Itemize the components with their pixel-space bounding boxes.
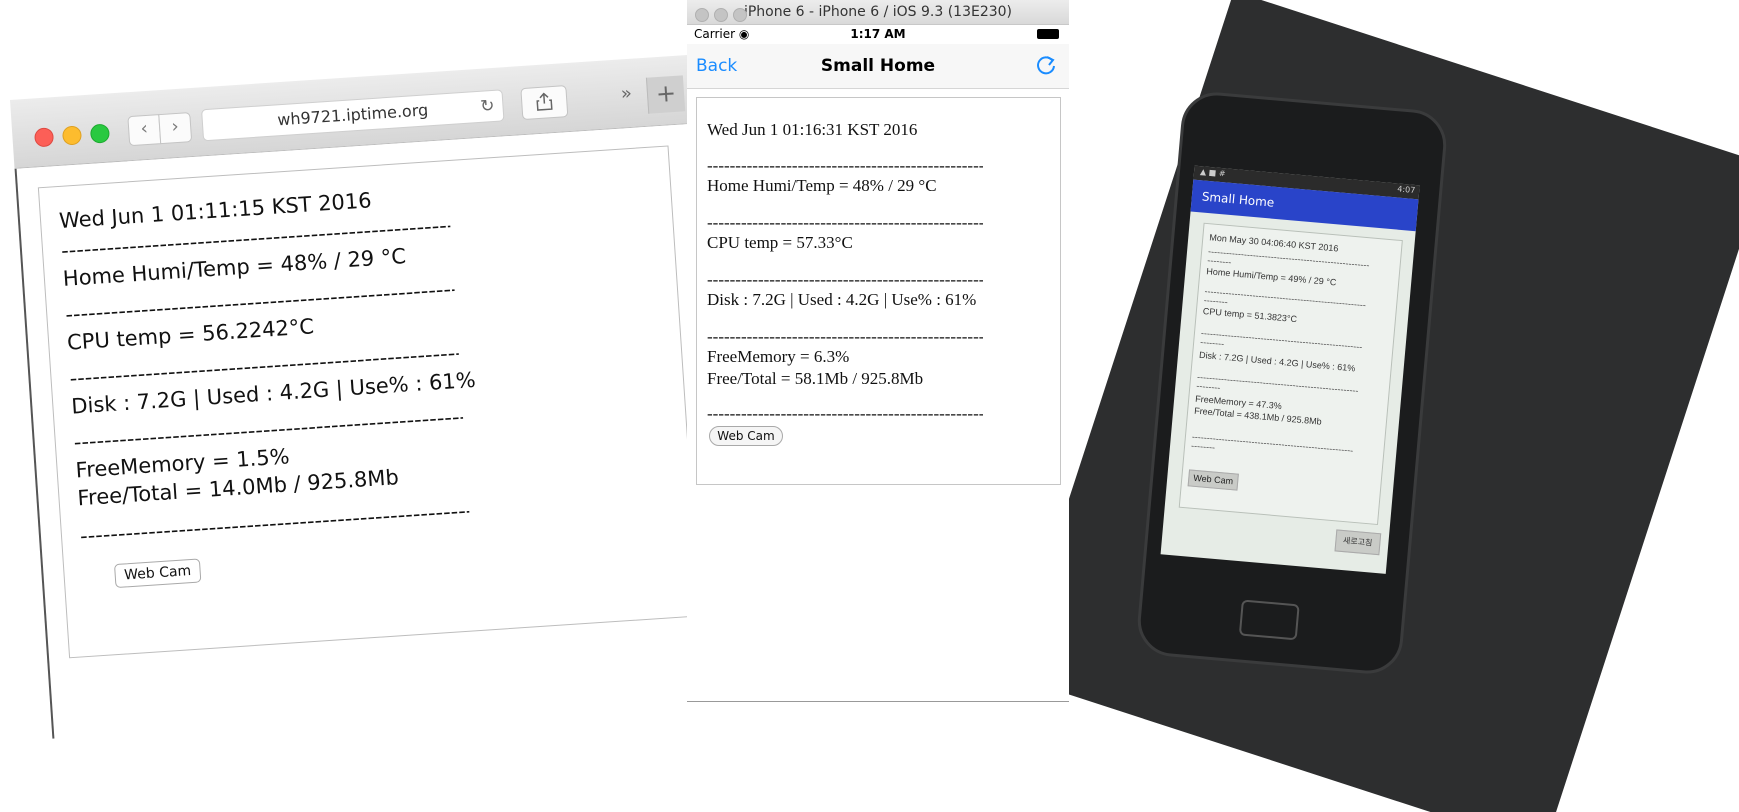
refresh-button[interactable]: 새로고침 bbox=[1334, 529, 1382, 556]
humi-temp-text: Home Humi/Temp = 48% / 29 °C bbox=[707, 176, 937, 195]
separator: ----------------------------------------… bbox=[707, 156, 983, 175]
chevron-left-icon: ‹ bbox=[139, 117, 149, 140]
app-title: Small Home bbox=[1201, 189, 1275, 210]
separator-tail: -------- bbox=[1195, 380, 1221, 393]
disk-text: Disk : 7.2G | Used : 4.2G | Use% : 61% bbox=[707, 290, 977, 309]
forward-button[interactable]: › bbox=[158, 112, 193, 145]
ios-status-bar: Carrier ◉ 1:17 AM bbox=[687, 24, 1069, 44]
back-button[interactable]: ‹ bbox=[127, 114, 162, 147]
bottom-divider bbox=[687, 701, 1069, 702]
ios-navigation-bar: Back Small Home bbox=[687, 44, 1069, 89]
separator: ----------------------------------------… bbox=[1196, 371, 1359, 396]
safari-page: Wed Jun 1 01:11:15 KST 2016 ------------… bbox=[14, 120, 773, 739]
simulator-title-bar: iPhone 6 - iPhone 6 / iOS 9.3 (13E230) bbox=[687, 0, 1069, 25]
status-clock: 4:07 bbox=[1396, 184, 1416, 195]
status-panel: Wed Jun 1 01:11:15 KST 2016 ------------… bbox=[37, 145, 700, 659]
date-text: Wed Jun 1 01:16:31 KST 2016 bbox=[707, 120, 918, 139]
close-window-button[interactable] bbox=[33, 127, 55, 148]
chevron-double-right-icon[interactable]: » bbox=[620, 83, 632, 105]
share-icon bbox=[536, 92, 553, 111]
android-phone: ▲ ■ # 4:07 Small Home Mon May 30 04:06:4… bbox=[1134, 89, 1450, 677]
safari-window: ‹ › wh9721.iptime.org ↻ » + Wed Jun 1 01… bbox=[10, 52, 773, 739]
address-bar[interactable]: wh9721.iptime.org ↻ bbox=[201, 89, 505, 142]
refresh-icon[interactable] bbox=[1035, 53, 1057, 81]
reload-icon[interactable]: ↻ bbox=[479, 91, 496, 122]
new-tab-button[interactable]: + bbox=[645, 75, 686, 114]
web-cam-button[interactable]: Web Cam bbox=[113, 558, 202, 589]
separator: ----------------------------------------… bbox=[707, 404, 983, 423]
separator: ----------------------------------------… bbox=[707, 270, 983, 289]
status-time: 1:17 AM bbox=[850, 27, 906, 41]
simulator-title: iPhone 6 - iPhone 6 / iOS 9.3 (13E230) bbox=[743, 4, 1013, 20]
url-text: wh9721.iptime.org bbox=[276, 100, 429, 130]
chevron-right-icon: › bbox=[170, 115, 180, 138]
status-panel: Wed Jun 1 01:16:31 KST 2016 ------------… bbox=[696, 97, 1061, 485]
separator-tail: -------- bbox=[1206, 255, 1232, 268]
home-button[interactable] bbox=[1238, 599, 1300, 641]
battery-icon bbox=[1037, 29, 1059, 39]
humi-temp-text: Home Humi/Temp = 49% / 29 °C bbox=[1205, 266, 1337, 288]
separator: ----------------------------------------… bbox=[1191, 431, 1354, 456]
cpu-temp-text: CPU temp = 57.33°C bbox=[707, 233, 853, 252]
separator-tail: -------- bbox=[1199, 336, 1225, 349]
zoom-window-button[interactable] bbox=[733, 8, 747, 22]
share-button[interactable] bbox=[520, 85, 569, 121]
zoom-window-button[interactable] bbox=[89, 123, 111, 144]
android-screen: ▲ ■ # 4:07 Small Home Mon May 30 04:06:4… bbox=[1160, 165, 1420, 574]
web-cam-button[interactable]: Web Cam bbox=[709, 426, 783, 446]
separator: ----------------------------------------… bbox=[707, 213, 983, 232]
android-photo: ▲ ■ # 4:07 Small Home Mon May 30 04:06:4… bbox=[1069, 0, 1739, 812]
nav-title: Small Home bbox=[820, 56, 936, 76]
separator-tail: -------- bbox=[1203, 295, 1229, 308]
disk-text: Disk : 7.2G | Used : 4.2G | Use% : 61% bbox=[1198, 349, 1356, 374]
separator-tail: -------- bbox=[1190, 440, 1216, 453]
minimize-window-button[interactable] bbox=[714, 8, 728, 22]
web-cam-button[interactable]: Web Cam bbox=[1187, 469, 1239, 491]
cpu-temp-text: CPU temp = 51.3823°C bbox=[1202, 305, 1298, 325]
free-memory-text: FreeMemory = 6.3% bbox=[707, 347, 850, 366]
free-total-text: Free/Total = 58.1Mb / 925.8Mb bbox=[707, 369, 924, 388]
notification-icons: ▲ ■ # bbox=[1199, 167, 1226, 179]
minimize-window-button[interactable] bbox=[61, 125, 83, 146]
close-window-button[interactable] bbox=[695, 8, 709, 22]
separator: ----------------------------------------… bbox=[707, 327, 983, 346]
separator: ----------------------------------------… bbox=[1200, 327, 1363, 352]
status-panel: Mon May 30 04:06:40 KST 2016 -----------… bbox=[1178, 222, 1403, 526]
iphone-simulator: iPhone 6 - iPhone 6 / iOS 9.3 (13E230) C… bbox=[687, 0, 1070, 702]
